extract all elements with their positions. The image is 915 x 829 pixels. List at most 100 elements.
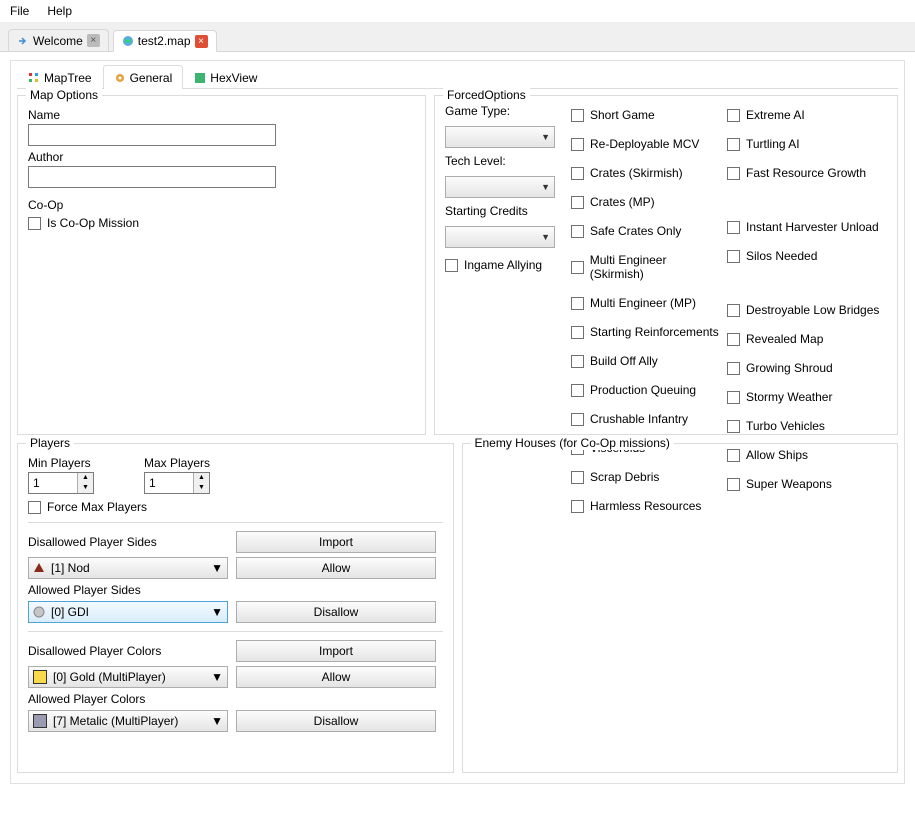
globe-icon <box>122 35 134 47</box>
checkbox-option[interactable]: Starting Reinforcements <box>571 325 721 339</box>
checkbox-option[interactable]: Crates (Skirmish) <box>571 166 721 180</box>
group-enemy-houses-legend: Enemy Houses (for Co-Op missions) <box>471 436 674 450</box>
checkbox-option[interactable]: Turbo Vehicles <box>727 419 887 433</box>
chevron-down-icon: ▼ <box>541 182 550 192</box>
checkbox-icon <box>727 250 740 263</box>
button-import-colors[interactable]: Import <box>236 640 436 662</box>
spin-min-players[interactable]: 1 ▲▼ <box>28 472 94 494</box>
label-allowed-sides: Allowed Player Sides <box>28 583 436 597</box>
close-icon[interactable]: × <box>195 35 208 48</box>
gear-icon <box>114 72 126 84</box>
checkbox-option[interactable]: Multi Engineer (MP) <box>571 296 721 310</box>
chevron-down-icon: ▼ <box>211 561 223 575</box>
group-forced-options: ForcedOptions Game Type: ▼ Tech Level: ▼… <box>434 95 898 435</box>
checkbox-coop-mission[interactable]: Is Co-Op Mission <box>28 216 415 230</box>
button-disallow-colors[interactable]: Disallow <box>236 710 436 732</box>
button-allow-sides[interactable]: Allow <box>236 557 436 579</box>
tab-hexview[interactable]: HexView <box>183 65 268 89</box>
checkbox-option-label: Re-Deployable MCV <box>590 137 699 151</box>
checkbox-option[interactable]: Short Game <box>571 108 721 122</box>
checkbox-icon <box>571 384 584 397</box>
select-game-type[interactable]: ▼ <box>445 126 555 148</box>
button-disallow-sides[interactable]: Disallow <box>236 601 436 623</box>
checkbox-icon <box>727 109 740 122</box>
checkbox-ingame-allying[interactable]: Ingame Allying <box>445 258 565 272</box>
menu-help[interactable]: Help <box>43 2 76 20</box>
checkbox-option-label: Silos Needed <box>746 249 817 263</box>
combo-disallowed-colors[interactable]: [0] Gold (MultiPlayer) ▼ <box>28 666 228 688</box>
group-forced-options-legend: ForcedOptions <box>443 88 530 102</box>
checkbox-option[interactable]: Multi Engineer (Skirmish) <box>571 253 721 281</box>
select-starting-credits[interactable]: ▼ <box>445 226 555 248</box>
combo-allowed-sides[interactable]: [0] GDI ▼ <box>28 601 228 623</box>
arrow-icon <box>17 35 29 47</box>
checkbox-icon <box>727 138 740 151</box>
spin-max-players-value: 1 <box>145 473 193 493</box>
select-tech-level[interactable]: ▼ <box>445 176 555 198</box>
group-players-legend: Players <box>26 436 74 450</box>
combo-disallowed-sides[interactable]: [1] Nod ▼ <box>28 557 228 579</box>
label-starting-credits: Starting Credits <box>445 204 565 220</box>
group-enemy-houses: Enemy Houses (for Co-Op missions) <box>462 443 899 773</box>
menu-bar: File Help <box>0 0 915 22</box>
label-disallowed-sides: Disallowed Player Sides <box>28 535 228 549</box>
checkbox-force-max-players[interactable]: Force Max Players <box>28 500 443 514</box>
checkbox-icon <box>28 217 41 230</box>
spin-min-players-value: 1 <box>29 473 77 493</box>
checkbox-option[interactable]: Turtling AI <box>727 137 887 151</box>
checkbox-option[interactable]: Revealed Map <box>727 332 887 346</box>
checkbox-option[interactable]: Build Off Ally <box>571 354 721 368</box>
checkbox-option-label: Revealed Map <box>746 332 823 346</box>
document-tab-strip: Welcome × test2.map × <box>0 22 915 52</box>
spin-arrows[interactable]: ▲▼ <box>193 473 209 493</box>
tab-hexview-label: HexView <box>210 71 257 85</box>
button-import-sides[interactable]: Import <box>236 531 436 553</box>
hex-icon <box>194 72 206 84</box>
menu-file[interactable]: File <box>6 2 33 20</box>
tab-welcome[interactable]: Welcome × <box>8 29 109 51</box>
checkbox-option[interactable]: Growing Shroud <box>727 361 887 375</box>
checkbox-icon <box>571 413 584 426</box>
group-map-options: Map Options Name Author Co-Op Is Co-Op M… <box>17 95 426 435</box>
checkbox-option[interactable]: Extreme AI <box>727 108 887 122</box>
checkbox-option[interactable]: Re-Deployable MCV <box>571 137 721 151</box>
combo-allowed-sides-value: [0] GDI <box>51 605 89 619</box>
checkbox-option[interactable]: Crushable Infantry <box>571 412 721 426</box>
checkbox-option[interactable]: Stormy Weather <box>727 390 887 404</box>
checkbox-icon <box>571 355 584 368</box>
tab-map[interactable]: test2.map × <box>113 30 217 52</box>
checkbox-option[interactable]: Silos Needed <box>727 249 887 263</box>
tab-general[interactable]: General <box>103 65 184 89</box>
checkbox-option[interactable]: Crates (MP) <box>571 195 721 209</box>
checkbox-option[interactable]: Destroyable Low Bridges <box>727 303 887 317</box>
input-author[interactable] <box>28 166 276 188</box>
spin-arrows[interactable]: ▲▼ <box>77 473 93 493</box>
group-players: Players Min Players 1 ▲▼ Max Players 1 <box>17 443 454 773</box>
checkbox-coop-mission-label: Is Co-Op Mission <box>47 216 139 230</box>
checkbox-ingame-allying-label: Ingame Allying <box>464 258 542 272</box>
checkbox-option[interactable]: Safe Crates Only <box>571 224 721 238</box>
tab-maptree[interactable]: MapTree <box>17 65 103 89</box>
input-name[interactable] <box>28 124 276 146</box>
chevron-down-icon: ▼ <box>211 714 223 728</box>
checkbox-option-label: Production Queuing <box>590 383 696 397</box>
checkbox-option-label: Fast Resource Growth <box>746 166 866 180</box>
faction-icon <box>33 606 45 618</box>
group-map-options-legend: Map Options <box>26 88 102 102</box>
checkbox-icon <box>727 304 740 317</box>
label-name: Name <box>28 108 415 122</box>
color-swatch <box>33 714 47 728</box>
forced-options-left-col: Game Type: ▼ Tech Level: ▼ Starting Cred… <box>445 104 565 276</box>
combo-allowed-colors[interactable]: [7] Metalic (MultiPlayer) ▼ <box>28 710 228 732</box>
checkbox-option-label: Multi Engineer (Skirmish) <box>590 253 721 281</box>
checkbox-icon <box>571 167 584 180</box>
button-allow-colors[interactable]: Allow <box>236 666 436 688</box>
label-game-type: Game Type: <box>445 104 565 120</box>
spin-max-players[interactable]: 1 ▲▼ <box>144 472 210 494</box>
checkbox-option[interactable]: Production Queuing <box>571 383 721 397</box>
close-icon[interactable]: × <box>87 34 100 47</box>
checkbox-option[interactable]: Fast Resource Growth <box>727 166 887 180</box>
chevron-down-icon: ▼ <box>541 132 550 142</box>
checkbox-option[interactable]: Instant Harvester Unload <box>727 220 887 234</box>
checkbox-icon <box>28 501 41 514</box>
